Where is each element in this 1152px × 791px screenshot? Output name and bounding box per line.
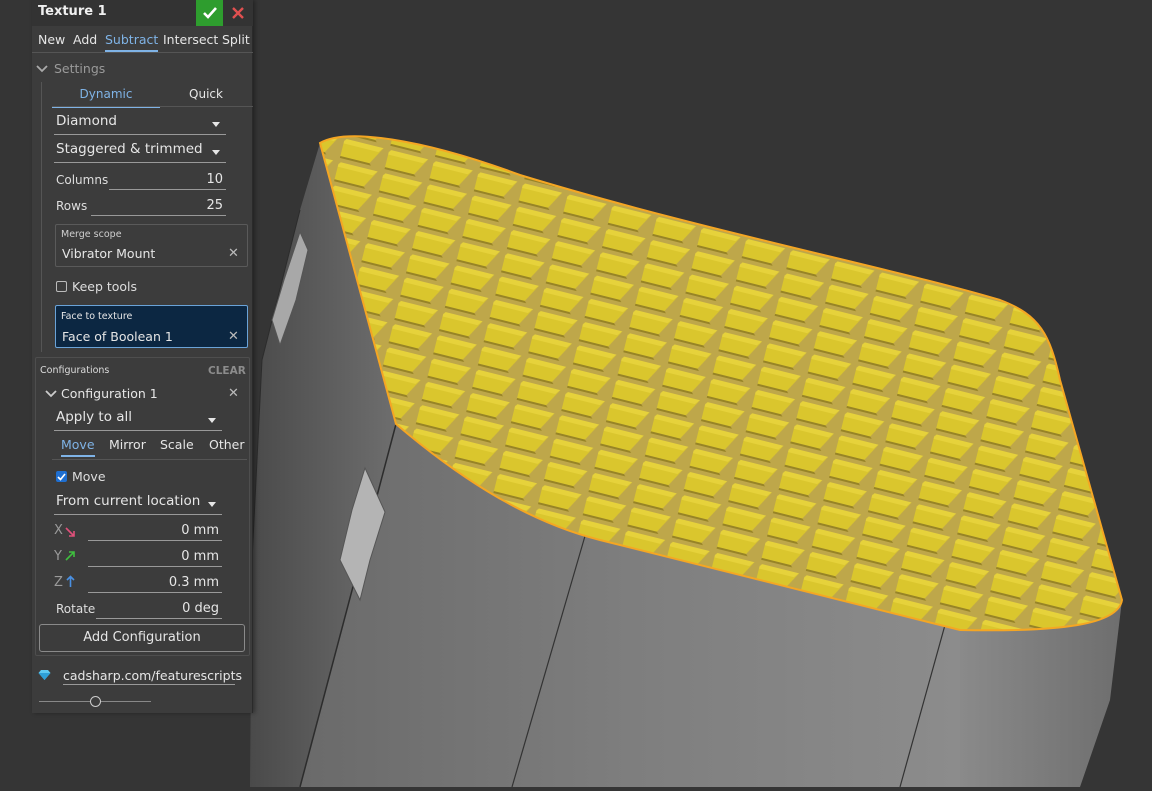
- keep-tools-checkbox[interactable]: [56, 281, 67, 292]
- apply-to-value: Apply to all: [56, 409, 133, 425]
- y-offset-input[interactable]: 0 mm: [88, 549, 222, 567]
- configurations-label: Configurations: [40, 365, 110, 376]
- cancel-button[interactable]: [225, 0, 251, 26]
- tab-quick[interactable]: Quick: [152, 87, 260, 106]
- configuration-name: Configuration 1: [61, 386, 158, 401]
- chevron-down-icon: [45, 389, 57, 397]
- tab-subtract[interactable]: Subtract: [105, 32, 159, 52]
- x-label: X: [54, 523, 63, 538]
- tab-add[interactable]: Add: [73, 32, 97, 50]
- add-configuration-button[interactable]: Add Configuration: [39, 624, 245, 652]
- x-axis-arrow-icon: [65, 527, 75, 537]
- tab-new[interactable]: New: [38, 32, 65, 50]
- chevron-down-icon: [36, 64, 48, 72]
- tab-other[interactable]: Other: [209, 437, 245, 455]
- configuration-remove-icon[interactable]: ✕: [228, 386, 239, 401]
- move-label: Move: [72, 469, 106, 484]
- texture-feature-panel: Texture 1 New Add Subtract Intersect Spl…: [32, 0, 253, 713]
- columns-input[interactable]: 10: [109, 172, 226, 190]
- configurations-clear-button[interactable]: CLEAR: [208, 365, 246, 377]
- diamond-icon: [38, 670, 51, 680]
- y-label: Y: [54, 549, 62, 564]
- face-to-texture-value: Face of Boolean 1: [62, 329, 173, 344]
- merge-scope-clear-icon[interactable]: ✕: [228, 246, 239, 261]
- face-to-texture-clear-icon[interactable]: ✕: [228, 329, 239, 344]
- tab-scale[interactable]: Scale: [160, 437, 194, 455]
- settings-label: Settings: [54, 61, 106, 76]
- rows-label: Rows: [56, 199, 88, 213]
- tab-mirror[interactable]: Mirror: [109, 437, 146, 455]
- z-axis-arrow-icon: [66, 575, 75, 587]
- face-to-texture-label: Face to texture: [61, 311, 133, 322]
- merge-scope-label: Merge scope: [61, 229, 122, 240]
- tab-intersect[interactable]: Intersect: [163, 32, 218, 50]
- arrangement-dropdown[interactable]: Staggered & trimmed: [54, 141, 226, 163]
- check-icon: [57, 472, 66, 481]
- move-mode-dropdown[interactable]: From current location: [54, 493, 222, 515]
- tab-dynamic[interactable]: Dynamic: [52, 87, 160, 108]
- cadsharp-link[interactable]: cadsharp.com/featurescripts: [63, 668, 242, 685]
- keep-tools-row[interactable]: Keep tools: [56, 279, 137, 294]
- check-icon: [202, 7, 217, 19]
- slider-thumb[interactable]: [89, 696, 101, 707]
- rotate-label: Rotate: [56, 602, 96, 616]
- z-offset-input[interactable]: 0.3 mm: [88, 575, 222, 593]
- tab-split[interactable]: Split: [222, 32, 250, 50]
- confirm-button[interactable]: [196, 0, 223, 26]
- x-offset-input[interactable]: 0 mm: [88, 523, 222, 541]
- pattern-dropdown[interactable]: Diamond: [54, 113, 226, 135]
- move-mode-value: From current location: [56, 493, 201, 509]
- pattern-value: Diamond: [56, 113, 117, 129]
- close-icon: [232, 7, 244, 19]
- move-checkbox[interactable]: [56, 471, 67, 482]
- columns-label: Columns: [56, 173, 109, 187]
- configuration-1-toggle[interactable]: Configuration 1: [45, 386, 158, 401]
- feature-title: Texture 1: [38, 4, 107, 19]
- y-axis-arrow-icon: [65, 551, 75, 561]
- merge-scope-field[interactable]: Merge scope Vibrator Mount ✕: [55, 224, 248, 267]
- move-row[interactable]: Move: [56, 469, 106, 484]
- rows-input[interactable]: 25: [91, 198, 226, 216]
- merge-scope-value: Vibrator Mount: [62, 246, 156, 261]
- apply-to-dropdown[interactable]: Apply to all: [54, 409, 222, 431]
- face-to-texture-field[interactable]: Face to texture Face of Boolean 1 ✕: [55, 305, 248, 348]
- settings-section-toggle[interactable]: Settings: [36, 61, 105, 76]
- z-label: Z: [54, 575, 63, 590]
- rotate-input[interactable]: 0 deg: [96, 601, 222, 619]
- arrangement-value: Staggered & trimmed: [56, 141, 203, 157]
- keep-tools-label: Keep tools: [72, 279, 138, 294]
- tab-move[interactable]: Move: [61, 437, 95, 457]
